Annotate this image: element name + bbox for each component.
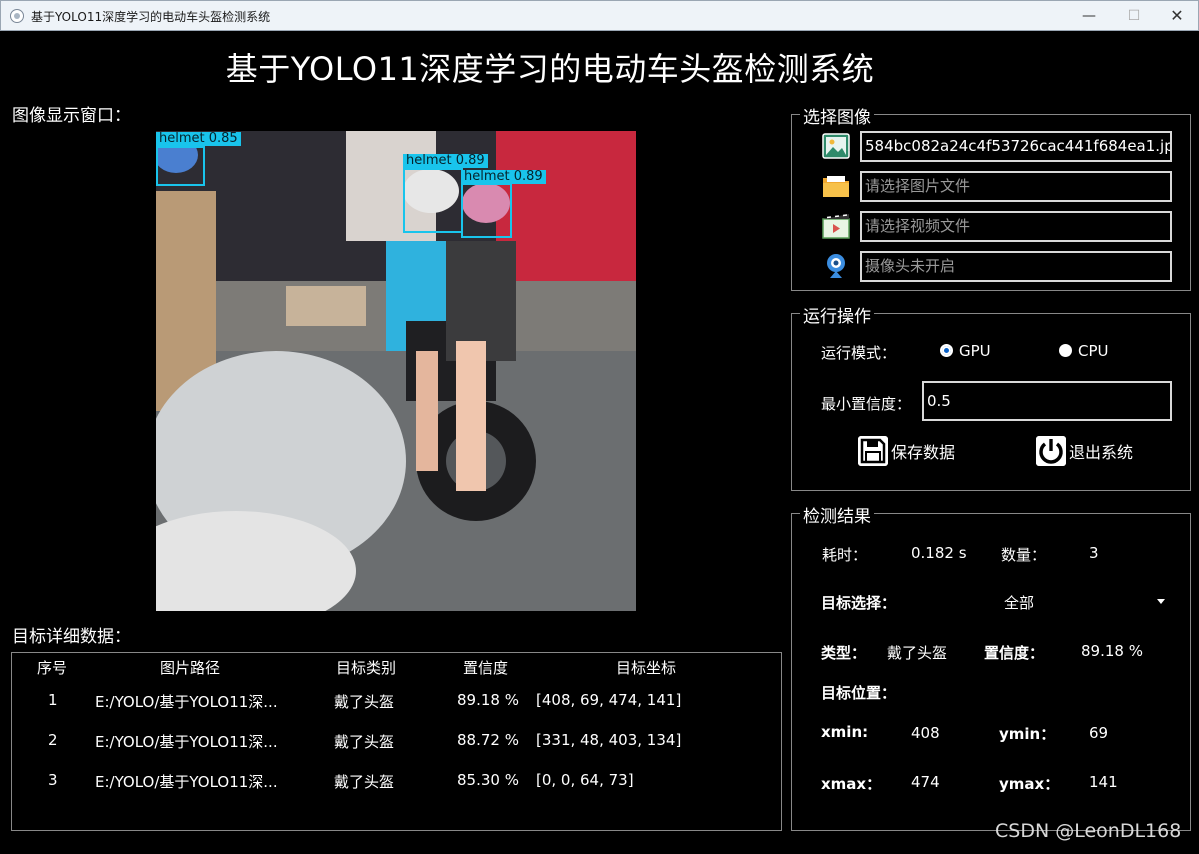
min-conf-input[interactable]: 0.5 — [922, 381, 1172, 421]
table-header[interactable]: 置信度 — [463, 657, 508, 678]
type-label: 类型： — [821, 644, 867, 662]
target-select-label: 目标选择： — [821, 594, 897, 612]
table-cell[interactable]: 戴了头盔 — [334, 691, 394, 712]
table-cell[interactable]: 2 — [48, 731, 58, 749]
gpu-radio[interactable] — [940, 344, 953, 357]
viewer-label: 图像显示窗口： — [12, 106, 131, 126]
camera-input[interactable]: 摄像头未开启 — [860, 251, 1172, 282]
select-image-title: 选择图像 — [800, 103, 874, 128]
count-label: 数量： — [1001, 546, 1047, 564]
exit-system-label: 退出系统 — [1069, 443, 1134, 462]
detection-box — [461, 183, 512, 238]
save-data-label: 保存数据 — [891, 443, 956, 462]
ymin-label: ymin： — [999, 725, 1056, 743]
cpu-radio[interactable] — [1059, 344, 1072, 357]
time-value: 0.182 s — [911, 544, 967, 562]
xmax-value: 474 — [911, 773, 940, 791]
watermark: CSDN @LeonDL168 — [995, 820, 1182, 842]
power-icon — [1036, 436, 1066, 466]
results-title: 检测结果 — [800, 502, 874, 527]
table-cell[interactable]: 85.30 % — [457, 771, 519, 789]
page-title: 基于YOLO11深度学习的电动车头盔检测系统 — [225, 50, 875, 88]
confidence-label: 置信度： — [984, 644, 1045, 662]
minimize-button[interactable]: — — [1066, 1, 1112, 31]
video-path-input[interactable]: 请选择视频文件 — [860, 211, 1172, 242]
detection-tag: helmet 0.85 — [156, 132, 241, 146]
position-label: 目标位置： — [821, 684, 897, 702]
table-cell[interactable]: 戴了头盔 — [334, 771, 394, 792]
xmax-label: xmax： — [821, 775, 882, 793]
image-path-input[interactable]: 请选择图片文件 — [860, 171, 1172, 202]
xmin-value: 408 — [911, 724, 940, 742]
table-cell[interactable]: 1 — [48, 691, 58, 709]
table-cell[interactable]: E:/YOLO/基于YOLO11深... — [95, 731, 278, 752]
close-button[interactable]: ✕ — [1154, 1, 1199, 31]
window-title: 基于YOLO11深度学习的电动车头盔检测系统 — [31, 10, 271, 24]
ymax-value: 141 — [1089, 773, 1118, 791]
ymax-label: ymax： — [999, 775, 1060, 793]
detection-tag: helmet 0.89 — [403, 154, 488, 168]
run-ops-title: 运行操作 — [800, 302, 874, 327]
table-cell[interactable]: [0, 0, 64, 73] — [536, 771, 634, 789]
table-cell[interactable]: 88.72 % — [457, 731, 519, 749]
image-icon[interactable] — [821, 131, 851, 161]
window-titlebar: 基于YOLO11深度学习的电动车头盔检测系统 — ☐ ✕ — [0, 0, 1199, 31]
ymin-value: 69 — [1089, 724, 1109, 742]
table-cell[interactable]: [408, 69, 474, 141] — [536, 691, 681, 709]
time-label: 耗时： — [822, 546, 868, 564]
image-file-field[interactable]: 584bc082a24c4f53726cac441f684ea1.jpg — [860, 131, 1172, 162]
detection-tag: helmet 0.89 — [461, 170, 546, 184]
results-table: 序号 图片路径 目标类别 置信度 目标坐标 1 E:/YOLO/基于YOLO11… — [11, 652, 782, 831]
scene-photo — [156, 131, 636, 611]
confidence-value: 89.18 % — [1081, 642, 1143, 660]
save-data-button[interactable]: 保存数据 — [858, 435, 955, 467]
folder-icon[interactable] — [821, 171, 851, 201]
gpu-label[interactable]: GPU — [959, 342, 991, 360]
image-viewer: helmet 0.85 helmet 0.89 helmet 0.89 — [156, 131, 636, 611]
count-value: 3 — [1089, 544, 1099, 562]
detection-box — [156, 146, 205, 186]
table-header[interactable]: 目标坐标 — [616, 657, 676, 678]
run-mode-label: 运行模式： — [821, 344, 897, 362]
table-cell[interactable]: 戴了头盔 — [334, 731, 394, 752]
table-cell[interactable]: 3 — [48, 771, 58, 789]
app-icon — [10, 9, 24, 23]
webcam-icon[interactable] — [821, 251, 851, 281]
cpu-label[interactable]: CPU — [1078, 342, 1109, 360]
table-label: 目标详细数据： — [12, 627, 131, 647]
xmin-label: xmin: — [821, 723, 869, 741]
exit-system-button[interactable]: 退出系统 — [1036, 435, 1133, 467]
target-select-dropdown[interactable]: 全部 — [1004, 592, 1034, 613]
table-header[interactable]: 图片路径 — [160, 657, 220, 678]
table-header[interactable]: 目标类别 — [336, 657, 396, 678]
maximize-button[interactable]: ☐ — [1111, 1, 1157, 31]
min-conf-label: 最小置信度： — [821, 395, 912, 413]
table-cell[interactable]: E:/YOLO/基于YOLO11深... — [95, 691, 278, 712]
video-icon[interactable] — [821, 211, 851, 241]
table-header[interactable]: 序号 — [37, 657, 67, 678]
detection-box — [403, 168, 463, 233]
table-cell[interactable]: E:/YOLO/基于YOLO11深... — [95, 771, 278, 792]
type-value: 戴了头盔 — [887, 644, 948, 662]
chevron-down-icon[interactable] — [1157, 599, 1165, 604]
table-cell[interactable]: 89.18 % — [457, 691, 519, 709]
table-cell[interactable]: [331, 48, 403, 134] — [536, 731, 681, 749]
save-icon — [858, 436, 888, 466]
